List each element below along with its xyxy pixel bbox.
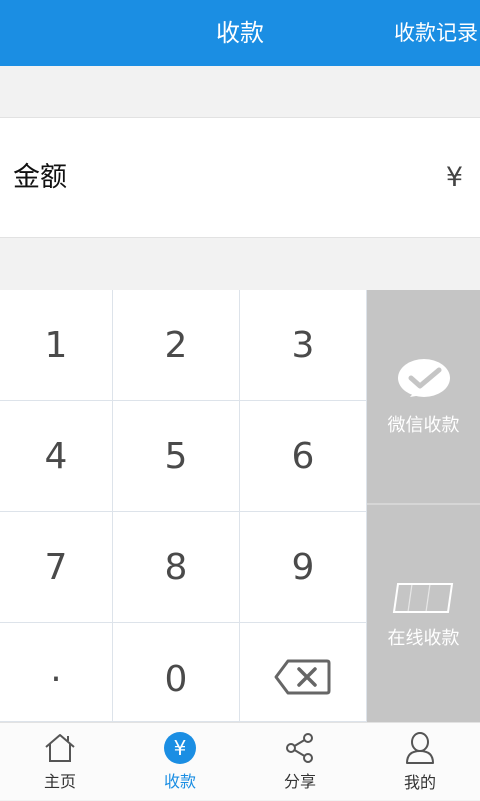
tab-receive-label: 收款 xyxy=(163,772,196,791)
home-icon xyxy=(45,734,75,762)
key-decimal[interactable]: · xyxy=(0,623,113,722)
backspace-button[interactable] xyxy=(240,623,367,722)
share-icon xyxy=(286,733,313,763)
spacer-top xyxy=(0,66,480,118)
key-2[interactable]: 2 xyxy=(113,290,240,401)
wechat-pay-label: 微信收款 xyxy=(387,414,460,436)
wechat-pay-icon xyxy=(397,358,450,397)
payment-method-panel: 微信收款 在线收款 xyxy=(367,290,480,722)
amount-row[interactable]: 金额 ¥ xyxy=(0,118,480,238)
key-7[interactable]: 7 xyxy=(0,512,113,623)
user-icon xyxy=(406,732,434,764)
tab-share[interactable]: 分享 xyxy=(240,723,360,801)
tab-profile[interactable]: 我的 xyxy=(360,723,480,801)
key-8[interactable]: 8 xyxy=(113,512,240,623)
spacer-middle xyxy=(0,238,480,290)
amount-label: 金额 xyxy=(13,162,67,193)
online-pay-label: 在线收款 xyxy=(387,627,460,649)
numeric-keypad: 1 2 3 4 5 6 7 8 9 · 0 xyxy=(0,290,367,722)
yen-icon: ¥ xyxy=(164,732,196,764)
online-pay-button[interactable]: 在线收款 xyxy=(367,507,480,722)
tab-profile-label: 我的 xyxy=(403,773,436,792)
key-9[interactable]: 9 xyxy=(240,512,367,623)
unionpay-logo xyxy=(392,582,453,613)
backspace-icon xyxy=(274,659,331,695)
app-header: 收款 收款记录 xyxy=(0,0,480,66)
tab-home-label: 主页 xyxy=(43,772,76,791)
payment-records-button[interactable]: 收款记录 xyxy=(394,0,480,66)
key-4[interactable]: 4 xyxy=(0,401,113,512)
key-3[interactable]: 3 xyxy=(240,290,367,401)
wechat-pay-button[interactable]: 微信收款 xyxy=(367,290,480,505)
key-6[interactable]: 6 xyxy=(240,401,367,512)
tab-share-label: 分享 xyxy=(283,772,316,791)
tab-receive[interactable]: ¥ 收款 xyxy=(120,723,240,801)
tab-home[interactable]: 主页 xyxy=(0,723,120,801)
currency-symbol: ¥ xyxy=(445,162,463,193)
key-0[interactable]: 0 xyxy=(113,623,240,722)
key-1[interactable]: 1 xyxy=(0,290,113,401)
bottom-tab-bar: 主页 ¥ 收款 分享 我的 xyxy=(0,722,480,800)
key-5[interactable]: 5 xyxy=(113,401,240,512)
